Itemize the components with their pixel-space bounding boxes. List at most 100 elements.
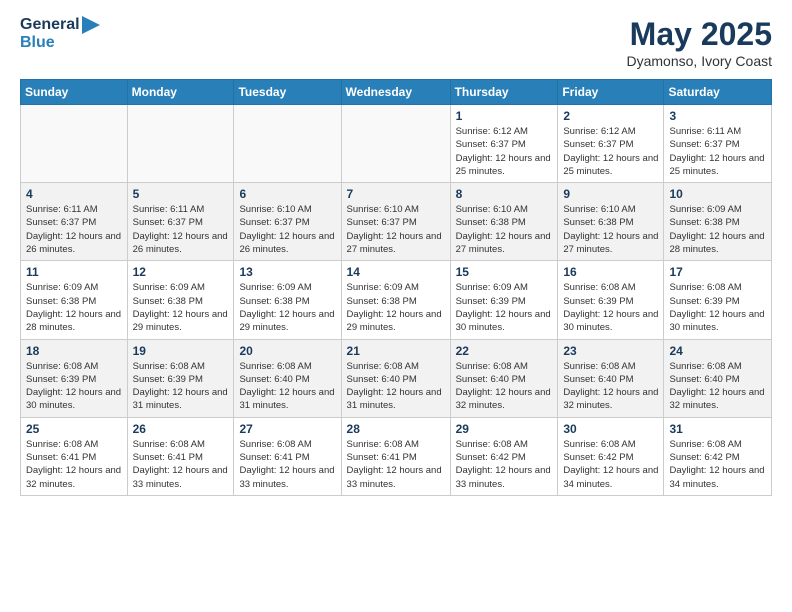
day-info: Sunrise: 6:10 AM Sunset: 6:38 PM Dayligh…: [456, 203, 553, 256]
table-cell: [234, 105, 341, 183]
day-info: Sunrise: 6:09 AM Sunset: 6:38 PM Dayligh…: [26, 281, 122, 334]
table-cell: 16 Sunrise: 6:08 AM Sunset: 6:39 PM Dayli…: [558, 261, 664, 339]
day-info: Sunrise: 6:09 AM Sunset: 6:38 PM Dayligh…: [133, 281, 229, 334]
week-row-3: 11 Sunrise: 6:09 AM Sunset: 6:38 PM Dayli…: [21, 261, 772, 339]
day-number: 11: [26, 265, 122, 279]
col-friday: Friday: [558, 80, 664, 105]
calendar: Sunday Monday Tuesday Wednesday Thursday…: [20, 79, 772, 496]
table-cell: 4 Sunrise: 6:11 AM Sunset: 6:37 PM Daylig…: [21, 183, 128, 261]
day-number: 2: [563, 109, 658, 123]
day-info: Sunrise: 6:08 AM Sunset: 6:42 PM Dayligh…: [456, 438, 553, 491]
week-row-2: 4 Sunrise: 6:11 AM Sunset: 6:37 PM Daylig…: [21, 183, 772, 261]
table-cell: 12 Sunrise: 6:09 AM Sunset: 6:38 PM Dayli…: [127, 261, 234, 339]
day-info: Sunrise: 6:08 AM Sunset: 6:41 PM Dayligh…: [26, 438, 122, 491]
col-wednesday: Wednesday: [341, 80, 450, 105]
day-info: Sunrise: 6:08 AM Sunset: 6:42 PM Dayligh…: [669, 438, 766, 491]
day-info: Sunrise: 6:08 AM Sunset: 6:40 PM Dayligh…: [347, 360, 445, 413]
day-info: Sunrise: 6:09 AM Sunset: 6:38 PM Dayligh…: [347, 281, 445, 334]
day-info: Sunrise: 6:08 AM Sunset: 6:40 PM Dayligh…: [563, 360, 658, 413]
table-cell: 13 Sunrise: 6:09 AM Sunset: 6:38 PM Dayli…: [234, 261, 341, 339]
day-number: 22: [456, 344, 553, 358]
day-number: 19: [133, 344, 229, 358]
day-info: Sunrise: 6:12 AM Sunset: 6:37 PM Dayligh…: [563, 125, 658, 178]
day-info: Sunrise: 6:08 AM Sunset: 6:42 PM Dayligh…: [563, 438, 658, 491]
day-number: 1: [456, 109, 553, 123]
table-cell: [21, 105, 128, 183]
logo: General Blue: [20, 16, 100, 52]
logo-text: General Blue: [20, 16, 100, 52]
table-cell: 27 Sunrise: 6:08 AM Sunset: 6:41 PM Dayli…: [234, 417, 341, 495]
day-number: 23: [563, 344, 658, 358]
table-cell: [341, 105, 450, 183]
day-info: Sunrise: 6:08 AM Sunset: 6:39 PM Dayligh…: [26, 360, 122, 413]
day-info: Sunrise: 6:09 AM Sunset: 6:38 PM Dayligh…: [669, 203, 766, 256]
table-cell: 19 Sunrise: 6:08 AM Sunset: 6:39 PM Dayli…: [127, 339, 234, 417]
table-cell: 11 Sunrise: 6:09 AM Sunset: 6:38 PM Dayli…: [21, 261, 128, 339]
day-number: 7: [347, 187, 445, 201]
day-number: 27: [239, 422, 335, 436]
day-number: 6: [239, 187, 335, 201]
table-cell: 24 Sunrise: 6:08 AM Sunset: 6:40 PM Dayli…: [664, 339, 772, 417]
table-cell: 14 Sunrise: 6:09 AM Sunset: 6:38 PM Dayli…: [341, 261, 450, 339]
table-cell: 30 Sunrise: 6:08 AM Sunset: 6:42 PM Dayli…: [558, 417, 664, 495]
table-cell: [127, 105, 234, 183]
day-info: Sunrise: 6:09 AM Sunset: 6:39 PM Dayligh…: [456, 281, 553, 334]
day-info: Sunrise: 6:11 AM Sunset: 6:37 PM Dayligh…: [133, 203, 229, 256]
day-number: 9: [563, 187, 658, 201]
day-number: 16: [563, 265, 658, 279]
table-cell: 29 Sunrise: 6:08 AM Sunset: 6:42 PM Dayli…: [450, 417, 558, 495]
table-cell: 28Sunrise: 6:08 AM Sunset: 6:41 PM Dayli…: [341, 417, 450, 495]
table-cell: 7 Sunrise: 6:10 AM Sunset: 6:37 PM Daylig…: [341, 183, 450, 261]
table-cell: 10 Sunrise: 6:09 AM Sunset: 6:38 PM Dayli…: [664, 183, 772, 261]
day-number: 13: [239, 265, 335, 279]
table-cell: 25 Sunrise: 6:08 AM Sunset: 6:41 PM Dayli…: [21, 417, 128, 495]
day-number: 12: [133, 265, 229, 279]
month-year: May 2025: [627, 16, 773, 53]
day-info: Sunrise: 6:12 AM Sunset: 6:37 PM Dayligh…: [456, 125, 553, 178]
day-number: 15: [456, 265, 553, 279]
day-number: 29: [456, 422, 553, 436]
day-info: Sunrise: 6:08 AM Sunset: 6:41 PM Dayligh…: [239, 438, 335, 491]
day-info: Sunrise: 6:08 AM Sunset: 6:39 PM Dayligh…: [563, 281, 658, 334]
day-info: Sunrise: 6:08 AM Sunset: 6:40 PM Dayligh…: [456, 360, 553, 413]
day-info: Sunrise: 6:08 AM Sunset: 6:39 PM Dayligh…: [669, 281, 766, 334]
day-number: 31: [669, 422, 766, 436]
table-cell: 21 Sunrise: 6:08 AM Sunset: 6:40 PM Dayli…: [341, 339, 450, 417]
table-cell: 6Sunrise: 6:10 AM Sunset: 6:37 PM Daylig…: [234, 183, 341, 261]
day-info: Sunrise: 6:08 AM Sunset: 6:41 PM Dayligh…: [347, 438, 445, 491]
day-number: 14: [347, 265, 445, 279]
col-tuesday: Tuesday: [234, 80, 341, 105]
day-number: 25: [26, 422, 122, 436]
col-sunday: Sunday: [21, 80, 128, 105]
day-info: Sunrise: 6:10 AM Sunset: 6:37 PM Dayligh…: [347, 203, 445, 256]
day-info: Sunrise: 6:09 AM Sunset: 6:38 PM Dayligh…: [239, 281, 335, 334]
table-cell: 31 Sunrise: 6:08 AM Sunset: 6:42 PM Dayli…: [664, 417, 772, 495]
day-info: Sunrise: 6:11 AM Sunset: 6:37 PM Dayligh…: [669, 125, 766, 178]
day-number: 30: [563, 422, 658, 436]
header: General Blue May 2025 Dyamonso, Ivory Co…: [20, 16, 772, 69]
table-cell: 1 Sunrise: 6:12 AM Sunset: 6:37 PM Daylig…: [450, 105, 558, 183]
location: Dyamonso, Ivory Coast: [627, 53, 773, 69]
day-number: 24: [669, 344, 766, 358]
day-info: Sunrise: 6:11 AM Sunset: 6:37 PM Dayligh…: [26, 203, 122, 256]
day-number: 5: [133, 187, 229, 201]
week-row-1: 1 Sunrise: 6:12 AM Sunset: 6:37 PM Daylig…: [21, 105, 772, 183]
day-info: Sunrise: 6:08 AM Sunset: 6:39 PM Dayligh…: [133, 360, 229, 413]
day-number: 18: [26, 344, 122, 358]
day-info: Sunrise: 6:08 AM Sunset: 6:40 PM Dayligh…: [669, 360, 766, 413]
day-number: 8: [456, 187, 553, 201]
table-cell: 18 Sunrise: 6:08 AM Sunset: 6:39 PM Dayli…: [21, 339, 128, 417]
day-number: 4: [26, 187, 122, 201]
col-saturday: Saturday: [664, 80, 772, 105]
week-row-5: 25 Sunrise: 6:08 AM Sunset: 6:41 PM Dayli…: [21, 417, 772, 495]
table-cell: 15 Sunrise: 6:09 AM Sunset: 6:39 PM Dayli…: [450, 261, 558, 339]
table-cell: 17Sunrise: 6:08 AM Sunset: 6:39 PM Dayli…: [664, 261, 772, 339]
day-number: 21: [347, 344, 445, 358]
table-cell: 8 Sunrise: 6:10 AM Sunset: 6:38 PM Daylig…: [450, 183, 558, 261]
title-block: May 2025 Dyamonso, Ivory Coast: [627, 16, 773, 69]
day-number: 10: [669, 187, 766, 201]
day-info: Sunrise: 6:10 AM Sunset: 6:38 PM Dayligh…: [563, 203, 658, 256]
logo-blue: Blue: [20, 34, 100, 52]
table-cell: 5 Sunrise: 6:11 AM Sunset: 6:37 PM Daylig…: [127, 183, 234, 261]
day-number: 26: [133, 422, 229, 436]
